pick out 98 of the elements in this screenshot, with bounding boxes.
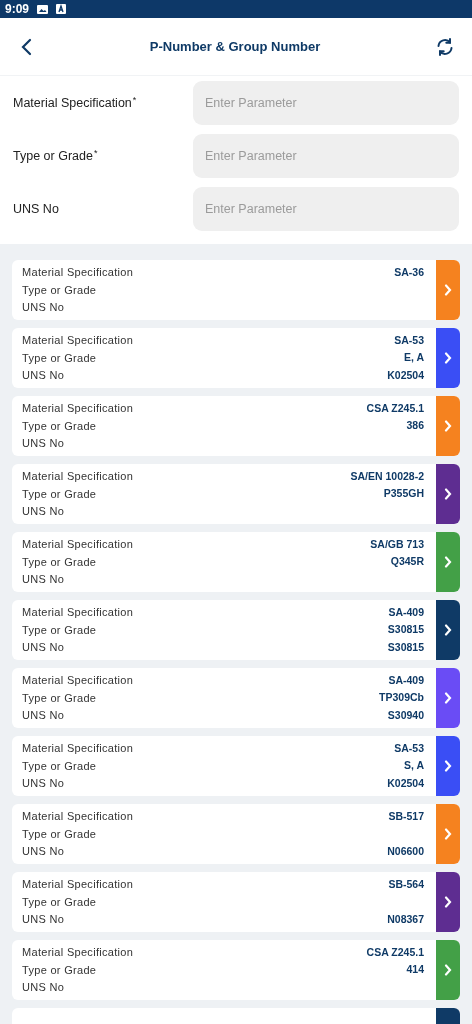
result-card[interactable]: Material Specification SA-36 Type or Grade UNS No: [12, 260, 460, 320]
field-label: UNS No: [22, 844, 65, 860]
field-label: Material Specification: [22, 469, 134, 485]
field-value: SA/EN 10028-2: [350, 468, 424, 484]
field-value: 386: [406, 418, 424, 434]
field-value: S30815: [387, 639, 424, 655]
field-label: UNS No: [13, 200, 60, 218]
field-label: UNS No: [22, 368, 65, 384]
field-label: Type or Grade: [22, 894, 97, 910]
result-card[interactable]: Material Specification SA-409 Type or Grade S30815 UNS No S30815: [12, 600, 460, 660]
field-label: UNS No: [22, 572, 65, 588]
result-card[interactable]: Material Specification SA/GB 713 Type or Grade Q345R UNS No: [12, 532, 460, 592]
input-field[interactable]: Enter Parameter: [193, 134, 459, 178]
field-label: Type or Grade: [22, 690, 97, 706]
field-value: N06600: [387, 843, 424, 859]
field-label: Type or Grade: [22, 350, 97, 366]
field-label: Type or Grade: [22, 622, 97, 638]
chevron-right-icon: [444, 692, 452, 704]
field-value: SA/GB 713: [370, 536, 424, 552]
field-value: CSA Z245.1: [366, 944, 424, 960]
field-label: UNS No: [22, 980, 65, 996]
field-value: S, A: [403, 758, 424, 774]
chevron-right-icon: [444, 420, 452, 432]
field-value: P355GH: [383, 486, 424, 502]
field-label: Type or Grade: [22, 418, 97, 434]
status-time: 9:09: [5, 1, 30, 18]
input-field[interactable]: Enter Parameter: [193, 81, 459, 125]
field-label: Type or Grade*: [13, 146, 99, 165]
chevron-right-icon: [444, 828, 452, 840]
field-label: Material Specification: [22, 809, 134, 825]
field-value: SA-409: [388, 672, 424, 688]
field-label: UNS No: [22, 776, 65, 792]
field-label: Material Specification: [22, 401, 134, 417]
field-value: TP309Cb: [379, 690, 424, 706]
open-button[interactable]: [436, 464, 460, 524]
result-card[interactable]: Material Specification SA-409 Type or Grade TP309Cb UNS No S30940: [12, 668, 460, 728]
result-card[interactable]: Material Specification SB-564 Type or Grade UNS No N08367: [12, 872, 460, 932]
result-card[interactable]: Material Specification SA-53 Type or Grade S, A UNS No K02504: [12, 736, 460, 796]
field-value: SA-409: [388, 604, 424, 620]
result-card[interactable]: Material Specification SA-53 Type or Grade E, A UNS No K02504: [12, 328, 460, 388]
result-card[interactable]: Material Specification CSA Z245.1 Type or Grade 414 UNS No: [12, 940, 460, 1000]
chevron-right-icon: [444, 964, 452, 976]
field-label: Material Specification*: [13, 93, 138, 112]
field-label: Type or Grade: [22, 486, 97, 502]
chevron-right-icon: [444, 352, 452, 364]
field-value: SA-36: [394, 264, 424, 280]
field-value: K02504: [387, 775, 424, 791]
field-label: UNS No: [22, 640, 65, 656]
field-label: UNS No: [22, 912, 65, 928]
chevron-right-icon: [444, 556, 452, 568]
result-card[interactable]: Material Specification SA/EN 10028-2 Type or Grade P355GH UNS No: [12, 464, 460, 524]
field-value: SB-564: [388, 876, 424, 892]
field-label: Type or Grade: [22, 758, 97, 774]
chevron-right-icon: [444, 284, 452, 296]
open-button[interactable]: [436, 872, 460, 932]
field-label: Material Specification: [22, 673, 134, 689]
field-label: Material Specification: [22, 333, 134, 349]
image-icon: [37, 4, 49, 14]
field-value: S30940: [387, 707, 424, 723]
field-label: Material Specification: [22, 741, 134, 757]
field-value: SB-517: [388, 808, 424, 824]
field-label: Type or Grade: [22, 826, 97, 842]
chevron-right-icon: [444, 624, 452, 636]
field-label: Type or Grade: [22, 962, 97, 978]
field-label: UNS No: [22, 300, 65, 316]
open-button[interactable]: [436, 600, 460, 660]
field-label: Material Specification: [22, 877, 134, 893]
field-value: Q345R: [390, 554, 424, 570]
chevron-right-icon: [444, 488, 452, 500]
field-label: Material Specification: [22, 265, 134, 281]
result-card[interactable]: Material Specification SB-517 Type or Grade UNS No N06600: [12, 804, 460, 864]
field-label: UNS No: [22, 708, 65, 724]
open-button[interactable]: [436, 668, 460, 728]
field-label: UNS No: [22, 436, 65, 452]
open-button[interactable]: [436, 328, 460, 388]
letter-icon: [56, 4, 67, 14]
refresh-icon: [436, 37, 454, 56]
field-value: SA-53: [394, 740, 424, 756]
field-label: Type or Grade: [22, 282, 97, 298]
field-value: 414: [406, 962, 424, 978]
field-label: UNS No: [22, 504, 65, 520]
result-card[interactable]: Material Specification CSA Z245.1 Type or Grade 386 UNS No: [12, 396, 460, 456]
field-value: SA-53: [394, 332, 424, 348]
field-label: Material Specification: [22, 605, 134, 621]
field-label: Type or Grade: [22, 554, 97, 570]
input-field[interactable]: Enter Parameter: [193, 187, 459, 231]
field-value: E, A: [403, 350, 424, 366]
field-label: Material Specification: [22, 945, 134, 961]
chevron-right-icon: [444, 896, 452, 908]
field-label: Material Specification: [22, 537, 134, 553]
field-value: N08367: [387, 911, 424, 927]
page-title: P-Number & Group Number: [149, 37, 321, 56]
chevron-right-icon: [444, 760, 452, 772]
field-value: K02504: [387, 367, 424, 383]
back-icon: [20, 37, 32, 56]
field-value: CSA Z245.1: [366, 400, 424, 416]
open-button[interactable]: [436, 736, 460, 796]
field-value: S30815: [387, 622, 424, 638]
